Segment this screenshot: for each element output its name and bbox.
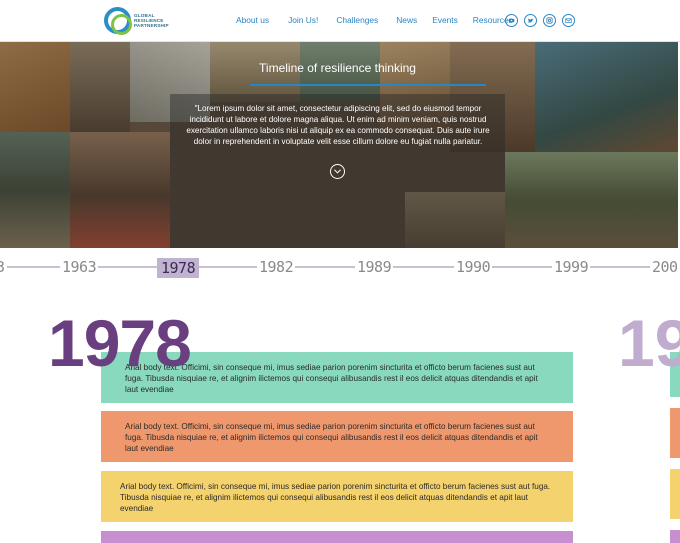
logo[interactable]: GLOBAL RESILIENCE PARTNERSHIP [104, 7, 184, 35]
instagram-icon[interactable] [543, 14, 556, 27]
chevron-down-icon[interactable] [330, 164, 345, 179]
nav-challenges[interactable]: Challenges [336, 15, 378, 27]
next-card-edge [670, 469, 680, 519]
timeline-year[interactable]: 1990 [454, 258, 493, 276]
timeline-year-active[interactable]: 1978 [157, 258, 200, 278]
next-year-heading: 19 [618, 306, 680, 380]
timeline-year[interactable]: 1963 [60, 258, 99, 276]
nav-about-us[interactable]: About us [236, 15, 269, 27]
nav-news[interactable]: News [396, 15, 417, 27]
event-card: Arial body text. Officimi, sin conseque … [101, 411, 573, 462]
nav-join-us[interactable]: Join Us! [288, 15, 318, 27]
next-card-edge [670, 408, 680, 458]
timeline-year[interactable]: 1999 [552, 258, 591, 276]
selected-year-heading: 1978 [48, 306, 192, 380]
logo-text: GLOBAL RESILIENCE PARTNERSHIP [134, 13, 169, 29]
logo-line: PARTNERSHIP [134, 23, 169, 29]
twitter-icon[interactable] [524, 14, 537, 27]
logo-ring [104, 7, 132, 35]
social-links [505, 14, 581, 27]
timeline-year[interactable]: 200 [650, 258, 680, 276]
logo-ring-inner [111, 14, 132, 35]
timeline-year[interactable]: 1989 [355, 258, 394, 276]
hero-title-underline [250, 84, 486, 86]
hero-body-text: "Lorem ipsum dolor sit amet, consectetur… [186, 104, 490, 146]
hero-title: Timeline of resilience thinking [259, 61, 416, 75]
email-icon[interactable] [562, 14, 575, 27]
site-header: GLOBAL RESILIENCE PARTNERSHIP About us J… [0, 0, 680, 42]
youtube-icon[interactable] [505, 14, 518, 27]
event-card: Arial body text. Officimi, sin conseque … [101, 471, 573, 522]
timeline-year[interactable]: 3 [0, 258, 7, 276]
nav-events[interactable]: Events [432, 15, 458, 27]
next-card-edge [670, 530, 680, 543]
timeline-year[interactable]: 1982 [257, 258, 296, 276]
event-card [101, 531, 573, 543]
main-nav: About us Join Us! Challenges News Events… [236, 15, 513, 27]
